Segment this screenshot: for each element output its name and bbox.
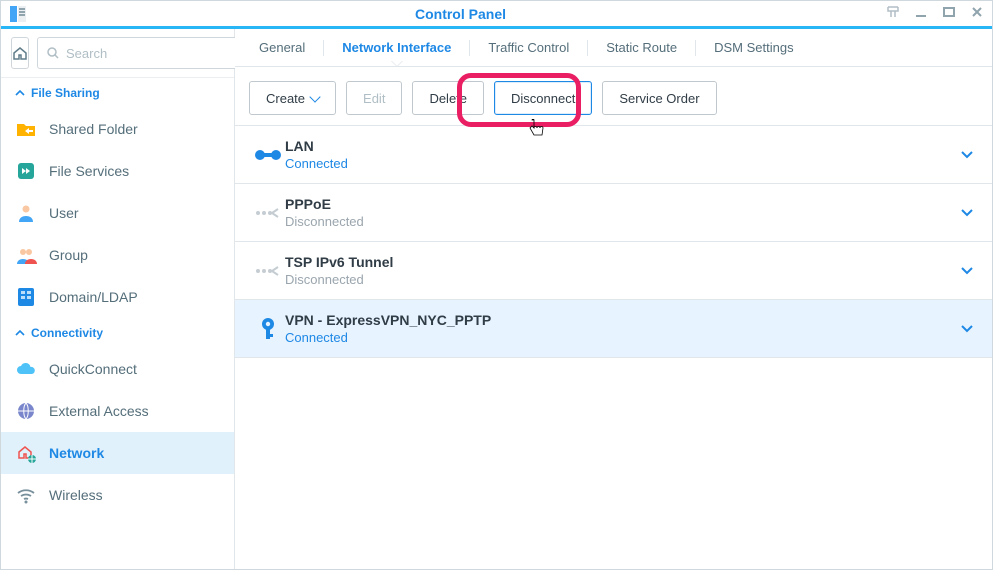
wifi-icon (15, 484, 37, 506)
interface-status: Connected (285, 156, 958, 171)
interface-row-lan[interactable]: LAN Connected (235, 126, 992, 184)
disconnect-button[interactable]: Disconnect (494, 81, 592, 115)
sidebar-top (1, 29, 234, 78)
interface-name: TSP IPv6 Tunnel (285, 254, 958, 270)
tab-traffic-control[interactable]: Traffic Control (472, 31, 585, 66)
service-order-button[interactable]: Service Order (602, 81, 716, 115)
search-icon (46, 46, 60, 60)
globe-icon (15, 400, 37, 422)
section-heading-file-sharing[interactable]: File Sharing (1, 78, 234, 108)
sidebar-item-external-access[interactable]: External Access (1, 390, 234, 432)
domain-ldap-icon (15, 286, 37, 308)
create-button[interactable]: Create (249, 81, 336, 115)
chevron-up-icon (15, 328, 25, 338)
window-controls (886, 5, 984, 22)
nav-label: Wireless (49, 487, 103, 503)
caret-down-icon (309, 91, 320, 102)
chevron-up-icon (15, 88, 25, 98)
sidebar-item-group[interactable]: Group (1, 234, 234, 276)
nav-label: Shared Folder (49, 121, 138, 137)
nav-label: QuickConnect (49, 361, 137, 377)
interface-row-pppoe[interactable]: PPPoE Disconnected (235, 184, 992, 242)
chevron-down-icon[interactable] (958, 262, 976, 280)
sidebar-item-wireless[interactable]: Wireless (1, 474, 234, 516)
tab-static-route[interactable]: Static Route (590, 31, 693, 66)
app-logo-icon (9, 5, 27, 23)
minimize-button[interactable] (914, 5, 928, 22)
nav-label: User (49, 205, 79, 221)
nav-list-file-sharing: Shared Folder File Services User Group D… (1, 108, 234, 318)
close-button[interactable] (970, 5, 984, 22)
route-disconnected-icon (251, 264, 285, 278)
network-icon (15, 442, 37, 464)
sidebar-item-user[interactable]: User (1, 192, 234, 234)
search-container (37, 37, 251, 69)
interface-text: LAN Connected (285, 138, 958, 171)
titlebar: Control Panel (1, 1, 992, 29)
sidebar-item-shared-folder[interactable]: Shared Folder (1, 108, 234, 150)
chevron-down-icon[interactable] (958, 320, 976, 338)
file-services-icon (15, 160, 37, 182)
toolbar: Create Edit Delete Disconnect Service Or… (235, 67, 992, 125)
nav-label: Group (49, 247, 88, 263)
window-title: Control Panel (35, 6, 886, 22)
sidebar-item-file-services[interactable]: File Services (1, 150, 234, 192)
search-input[interactable] (66, 46, 242, 61)
chevron-down-icon[interactable] (958, 204, 976, 222)
section-label: File Sharing (31, 86, 100, 100)
interface-list: LAN Connected PPPoE Disconnected (235, 125, 992, 358)
pin-icon[interactable] (886, 5, 900, 22)
interface-name: PPPoE (285, 196, 958, 212)
nav-label: Domain/LDAP (49, 289, 138, 305)
interface-row-tsp-ipv6[interactable]: TSP IPv6 Tunnel Disconnected (235, 242, 992, 300)
group-icon (15, 244, 37, 266)
interface-name: LAN (285, 138, 958, 154)
interface-status: Disconnected (285, 272, 958, 287)
nav-list-connectivity: QuickConnect External Access Network Wir… (1, 348, 234, 516)
sidebar: File Sharing Shared Folder File Services… (1, 29, 235, 569)
section-heading-connectivity[interactable]: Connectivity (1, 318, 234, 348)
body: File Sharing Shared Folder File Services… (1, 29, 992, 569)
tab-dsm-settings[interactable]: DSM Settings (698, 31, 809, 66)
lan-connected-icon (251, 148, 285, 162)
tab-separator (695, 40, 696, 56)
tabs: General Network Interface Traffic Contro… (235, 29, 992, 67)
user-icon (15, 202, 37, 224)
sidebar-item-network[interactable]: Network (1, 432, 234, 474)
sidebar-item-domain-ldap[interactable]: Domain/LDAP (1, 276, 234, 318)
cloud-icon (15, 358, 37, 380)
nav-label: Network (49, 445, 104, 461)
nav-label: File Services (49, 163, 129, 179)
tab-general[interactable]: General (243, 31, 321, 66)
nav-label: External Access (49, 403, 149, 419)
vpn-key-icon (251, 317, 285, 341)
main-panel: General Network Interface Traffic Contro… (235, 29, 992, 569)
sidebar-item-quickconnect[interactable]: QuickConnect (1, 348, 234, 390)
interface-text: VPN - ExpressVPN_NYC_PPTP Connected (285, 312, 958, 345)
interface-row-vpn[interactable]: VPN - ExpressVPN_NYC_PPTP Connected (235, 300, 992, 358)
interface-status: Disconnected (285, 214, 958, 229)
maximize-button[interactable] (942, 5, 956, 22)
folder-share-icon (15, 118, 37, 140)
interface-name: VPN - ExpressVPN_NYC_PPTP (285, 312, 958, 328)
tab-separator (587, 40, 588, 56)
chevron-down-icon[interactable] (958, 146, 976, 164)
control-panel-window: Control Panel File Sharing (0, 0, 993, 570)
home-button[interactable] (11, 37, 29, 69)
home-icon (12, 45, 28, 61)
route-disconnected-icon (251, 206, 285, 220)
tab-separator (469, 40, 470, 56)
tab-network-interface[interactable]: Network Interface (326, 31, 467, 66)
section-label: Connectivity (31, 326, 103, 340)
edit-button: Edit (346, 81, 402, 115)
interface-text: TSP IPv6 Tunnel Disconnected (285, 254, 958, 287)
interface-text: PPPoE Disconnected (285, 196, 958, 229)
interface-status: Connected (285, 330, 958, 345)
tab-separator (323, 40, 324, 56)
delete-button[interactable]: Delete (412, 81, 484, 115)
